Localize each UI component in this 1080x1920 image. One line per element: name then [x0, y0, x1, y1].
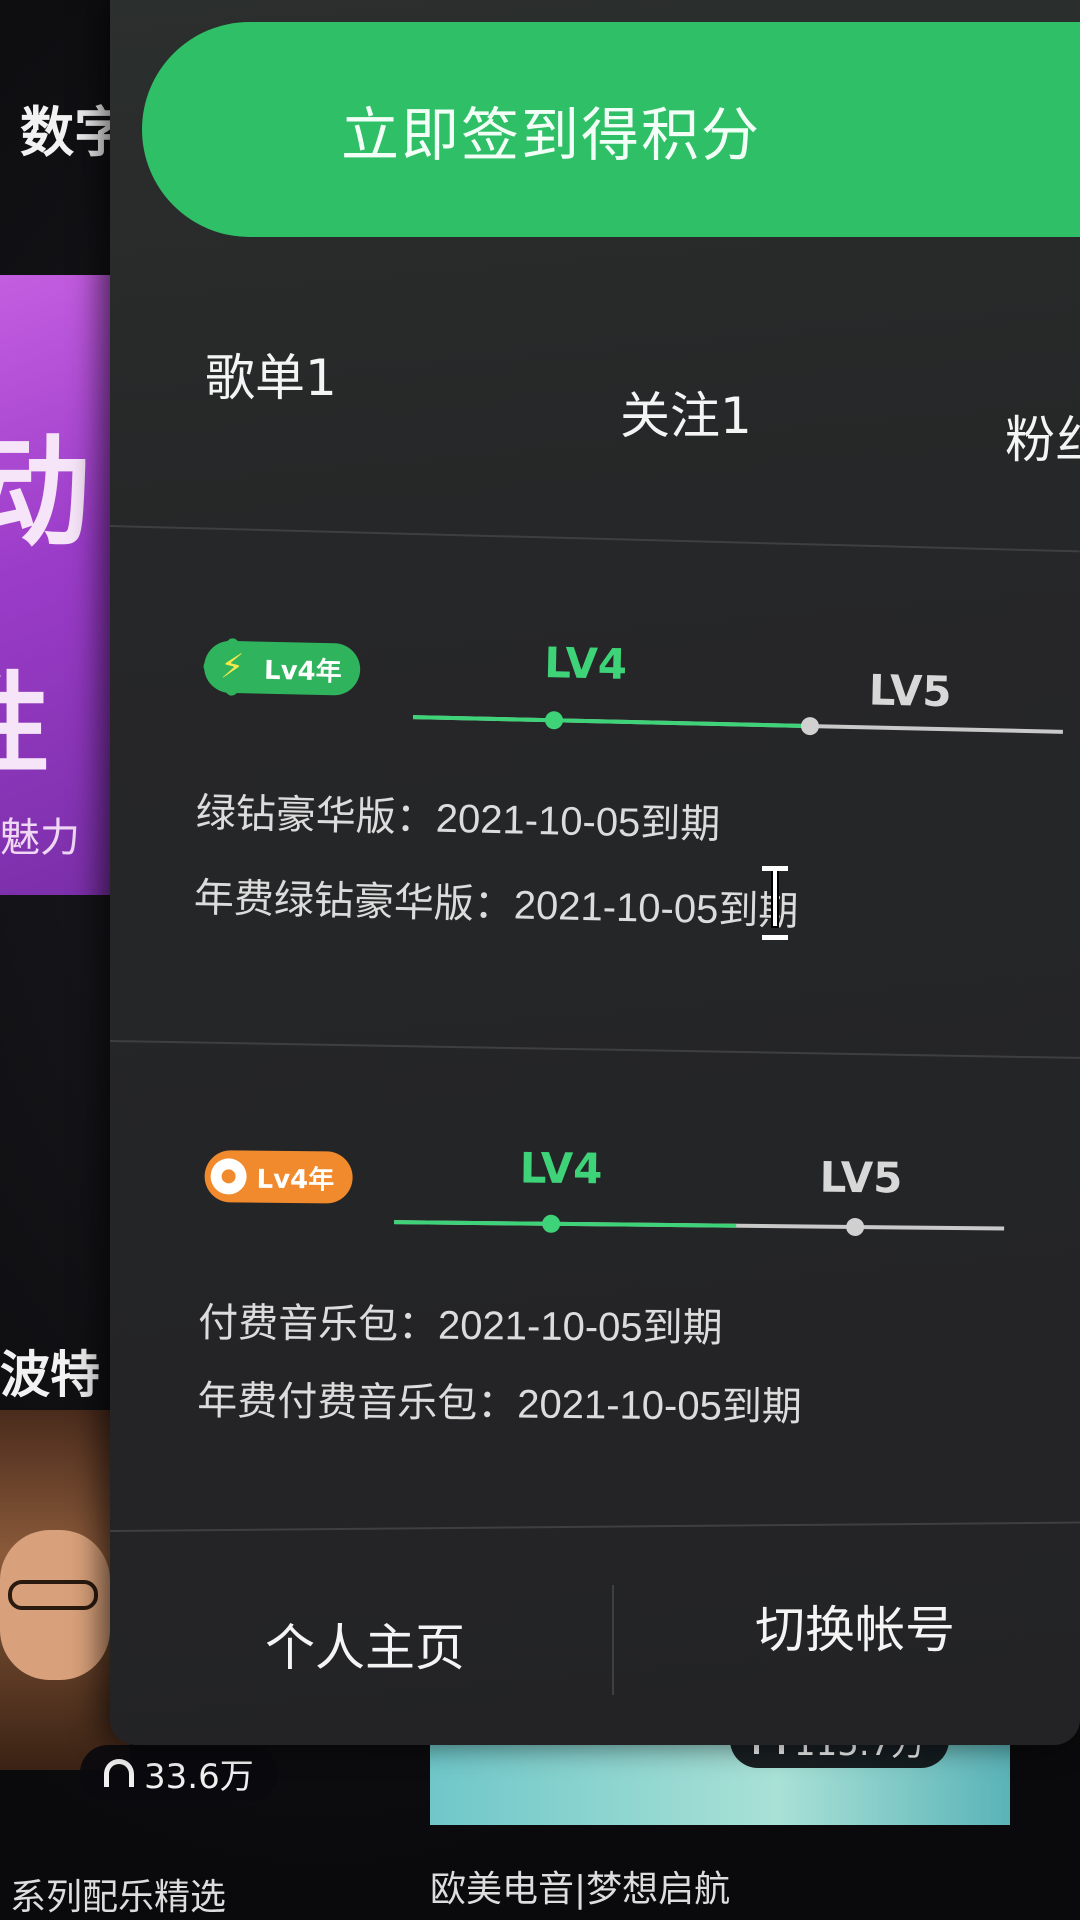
music-current-level-marker: [542, 1214, 561, 1233]
button-separator: [612, 1585, 614, 1695]
green-next-level: LV5: [868, 665, 953, 717]
music-disc-icon: [210, 1158, 247, 1195]
expiry-value: 2021-10-05到期: [435, 796, 721, 848]
banner-text-1: 动: [0, 422, 90, 563]
play-count-badge-left: 33.6万: [80, 1745, 278, 1801]
expiry-value: 2021-10-05到期: [517, 1382, 803, 1430]
cover-glasses-illustration: [8, 1580, 98, 1610]
expiry-label: 绿钻豪华版：: [195, 790, 437, 842]
playlist-caption-right[interactable]: 欧美电音|梦想启航: [430, 1860, 730, 1912]
expiry-label: 付费音乐包：: [197, 1300, 439, 1349]
playlist-caption-left[interactable]: 系列配乐精选: [10, 1868, 226, 1920]
stat-playlists[interactable]: 歌单1: [205, 338, 337, 410]
music-level-badge: Lv4年: [204, 1150, 353, 1204]
background-card-title: 波特: [0, 1346, 100, 1404]
banner-text-3: 魅力: [0, 815, 80, 861]
text-cursor-icon: [762, 866, 788, 940]
expiry-value: 2021-10-05到期: [437, 1303, 723, 1351]
expiry-line: 年费付费音乐包：2021-10-05到期: [197, 1368, 802, 1432]
music-next-level: LV5: [819, 1152, 903, 1203]
green-current-level: LV4: [543, 638, 628, 689]
headphones-icon: [104, 1759, 134, 1787]
expiry-label: 年费绿钻豪华版：: [193, 875, 515, 929]
personal-homepage-button[interactable]: 个人主页: [265, 1608, 465, 1680]
play-count-left: 33.6万: [144, 1756, 254, 1797]
daily-signin-button[interactable]: 立即签到得积分: [142, 22, 1080, 237]
account-stats-row: 歌单1 关注1 粉丝: [110, 330, 1080, 490]
stat-followers[interactable]: 粉丝: [1005, 400, 1080, 472]
music-current-level: LV4: [519, 1143, 603, 1194]
screen: 数字 动 性 魅力 波特 33.6万 115.7万 系列配乐精选 欧美电音|梦想…: [0, 0, 1080, 1920]
music-next-level-marker: [846, 1217, 865, 1237]
expiry-line: 绿钻豪华版：2021-10-05到期: [195, 780, 721, 850]
green-level-badge: ⚡ Lv4年: [201, 635, 361, 699]
expiry-label: 年费付费音乐包：: [197, 1378, 518, 1428]
banner-text-2: 性: [0, 635, 50, 795]
expiry-value: 2021-10-05到期: [513, 883, 799, 934]
music-level-badge-label: Lv4年: [256, 1164, 335, 1196]
stat-following[interactable]: 关注1: [620, 376, 752, 448]
switch-account-button[interactable]: 切换帐号: [755, 1590, 955, 1662]
green-level-badge-label: Lv4年: [263, 655, 343, 687]
expiry-line: 付费音乐包：2021-10-05到期: [198, 1290, 723, 1353]
